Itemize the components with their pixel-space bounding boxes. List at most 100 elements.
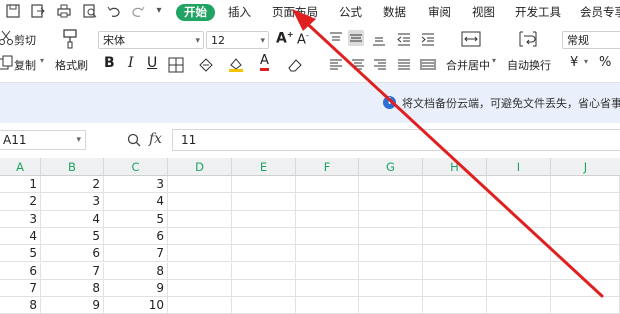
chevron-down-icon[interactable]: ▾ (40, 56, 44, 65)
grid-cell[interactable] (487, 279, 551, 298)
grid-cell[interactable]: 6 (104, 227, 168, 246)
border-icon[interactable] (168, 57, 184, 73)
column-header-h[interactable]: H (423, 158, 487, 176)
grid-cell[interactable] (551, 297, 620, 314)
column-header-g[interactable]: G (359, 158, 423, 176)
grid-cell[interactable] (487, 262, 551, 280)
grid-cell[interactable]: 8 (41, 279, 104, 298)
grid-cell[interactable] (551, 227, 620, 246)
grid-cell[interactable] (232, 210, 296, 228)
fill-pattern-icon[interactable] (198, 57, 214, 73)
grid-cell[interactable]: 5 (41, 227, 104, 246)
align-middle-icon[interactable] (348, 30, 364, 46)
format-painter-icon[interactable] (61, 29, 79, 49)
export-icon[interactable] (31, 4, 45, 18)
grid-cell[interactable] (168, 245, 232, 263)
column-header-a[interactable]: A (0, 158, 41, 176)
grid-cell[interactable] (296, 245, 359, 263)
grid-cell[interactable] (487, 210, 551, 228)
grid-cell[interactable] (232, 297, 296, 314)
grid-cell[interactable]: 7 (41, 262, 104, 280)
format-painter-label[interactable]: 格式刷 (55, 57, 88, 73)
chevron-down-icon[interactable]: ▾ (152, 4, 166, 18)
indent-increase-icon[interactable] (420, 31, 436, 47)
grid-cell[interactable]: 2 (0, 193, 41, 211)
grid-cell[interactable]: 4 (0, 227, 41, 246)
grid-cell[interactable] (551, 245, 620, 263)
column-header-e[interactable]: E (232, 158, 296, 176)
zoom-formula-icon[interactable] (126, 132, 142, 148)
grid-cell[interactable]: 8 (0, 297, 41, 314)
grid-cell[interactable] (551, 262, 620, 280)
column-header-b[interactable]: B (41, 158, 104, 176)
grid-cell[interactable] (168, 262, 232, 280)
grid-cell[interactable] (359, 297, 423, 314)
grid-cell[interactable]: 2 (41, 176, 104, 194)
preview-icon[interactable] (83, 4, 97, 18)
grid-cell[interactable] (423, 176, 487, 194)
tab-page-layout[interactable]: 页面布局 (272, 4, 318, 21)
tab-start[interactable]: 开始 (176, 4, 215, 21)
grid-cell[interactable] (232, 279, 296, 298)
merge-center-label[interactable]: 合并居中 (446, 57, 490, 73)
bold-icon[interactable]: B (104, 55, 115, 71)
grid-cell[interactable] (551, 193, 620, 211)
column-header-d[interactable]: D (168, 158, 232, 176)
fill-color-icon[interactable] (228, 56, 244, 72)
grid-cell[interactable]: 3 (0, 210, 41, 228)
grid-cell[interactable] (423, 210, 487, 228)
grid-cell[interactable] (359, 227, 423, 246)
grid-cell[interactable] (359, 193, 423, 211)
grid-cell[interactable] (551, 210, 620, 228)
grid-cell[interactable] (423, 279, 487, 298)
cut-label[interactable]: 剪切 (14, 32, 36, 48)
decrease-font-icon[interactable]: A- (297, 31, 309, 47)
copy-label[interactable]: 复制 (14, 57, 36, 73)
currency-icon[interactable]: ¥ (570, 55, 578, 70)
tab-data[interactable]: 数据 (383, 4, 406, 21)
cut-icon[interactable] (0, 30, 14, 46)
grid-cell[interactable] (232, 227, 296, 246)
grid-cell[interactable] (168, 193, 232, 211)
grid-cell[interactable]: 9 (104, 279, 168, 298)
grid-cell[interactable]: 1 (0, 176, 41, 194)
notification-text[interactable]: 将文档备份云端，可避免文件丢失，省心省事 (402, 95, 620, 111)
grid-cell[interactable] (232, 193, 296, 211)
grid-cell[interactable] (359, 279, 423, 298)
grid-cell[interactable] (296, 262, 359, 280)
grid-cell[interactable] (423, 262, 487, 280)
font-color-icon[interactable]: A (260, 54, 269, 71)
spreadsheet-grid[interactable]: A B C D E F G H I J 12323434545656767878… (0, 158, 620, 314)
grid-cell[interactable] (168, 297, 232, 314)
grid-cell[interactable] (423, 227, 487, 246)
grid-cell[interactable]: 6 (41, 245, 104, 263)
grid-cell[interactable] (359, 176, 423, 194)
save-icon[interactable] (6, 4, 20, 18)
print-icon[interactable] (57, 4, 71, 18)
eraser-icon[interactable] (287, 57, 303, 73)
grid-cell[interactable] (296, 193, 359, 211)
grid-cell[interactable] (551, 279, 620, 298)
align-bottom-icon[interactable] (371, 31, 387, 47)
tab-insert[interactable]: 插入 (228, 4, 251, 21)
grid-cell[interactable] (232, 245, 296, 263)
tab-developer[interactable]: 开发工具 (515, 4, 561, 21)
undo-icon[interactable] (107, 4, 121, 18)
grid-cell[interactable]: 7 (0, 279, 41, 298)
grid-cell[interactable] (487, 193, 551, 211)
grid-cell[interactable] (296, 227, 359, 246)
grid-cell[interactable]: 3 (104, 176, 168, 194)
column-header-i[interactable]: I (487, 158, 551, 176)
align-top-icon[interactable] (328, 31, 344, 47)
grid-cell[interactable] (296, 279, 359, 298)
grid-cell[interactable] (487, 176, 551, 194)
merge-center-icon[interactable] (461, 30, 481, 48)
grid-cell[interactable] (168, 279, 232, 298)
grid-cell[interactable]: 4 (104, 193, 168, 211)
name-box[interactable]: A11 ▾ (0, 130, 86, 150)
grid-cell[interactable] (487, 245, 551, 263)
grid-cell[interactable] (296, 210, 359, 228)
grid-cell[interactable] (296, 176, 359, 194)
justify-icon[interactable] (396, 57, 412, 73)
column-header-j[interactable]: J (551, 158, 620, 176)
